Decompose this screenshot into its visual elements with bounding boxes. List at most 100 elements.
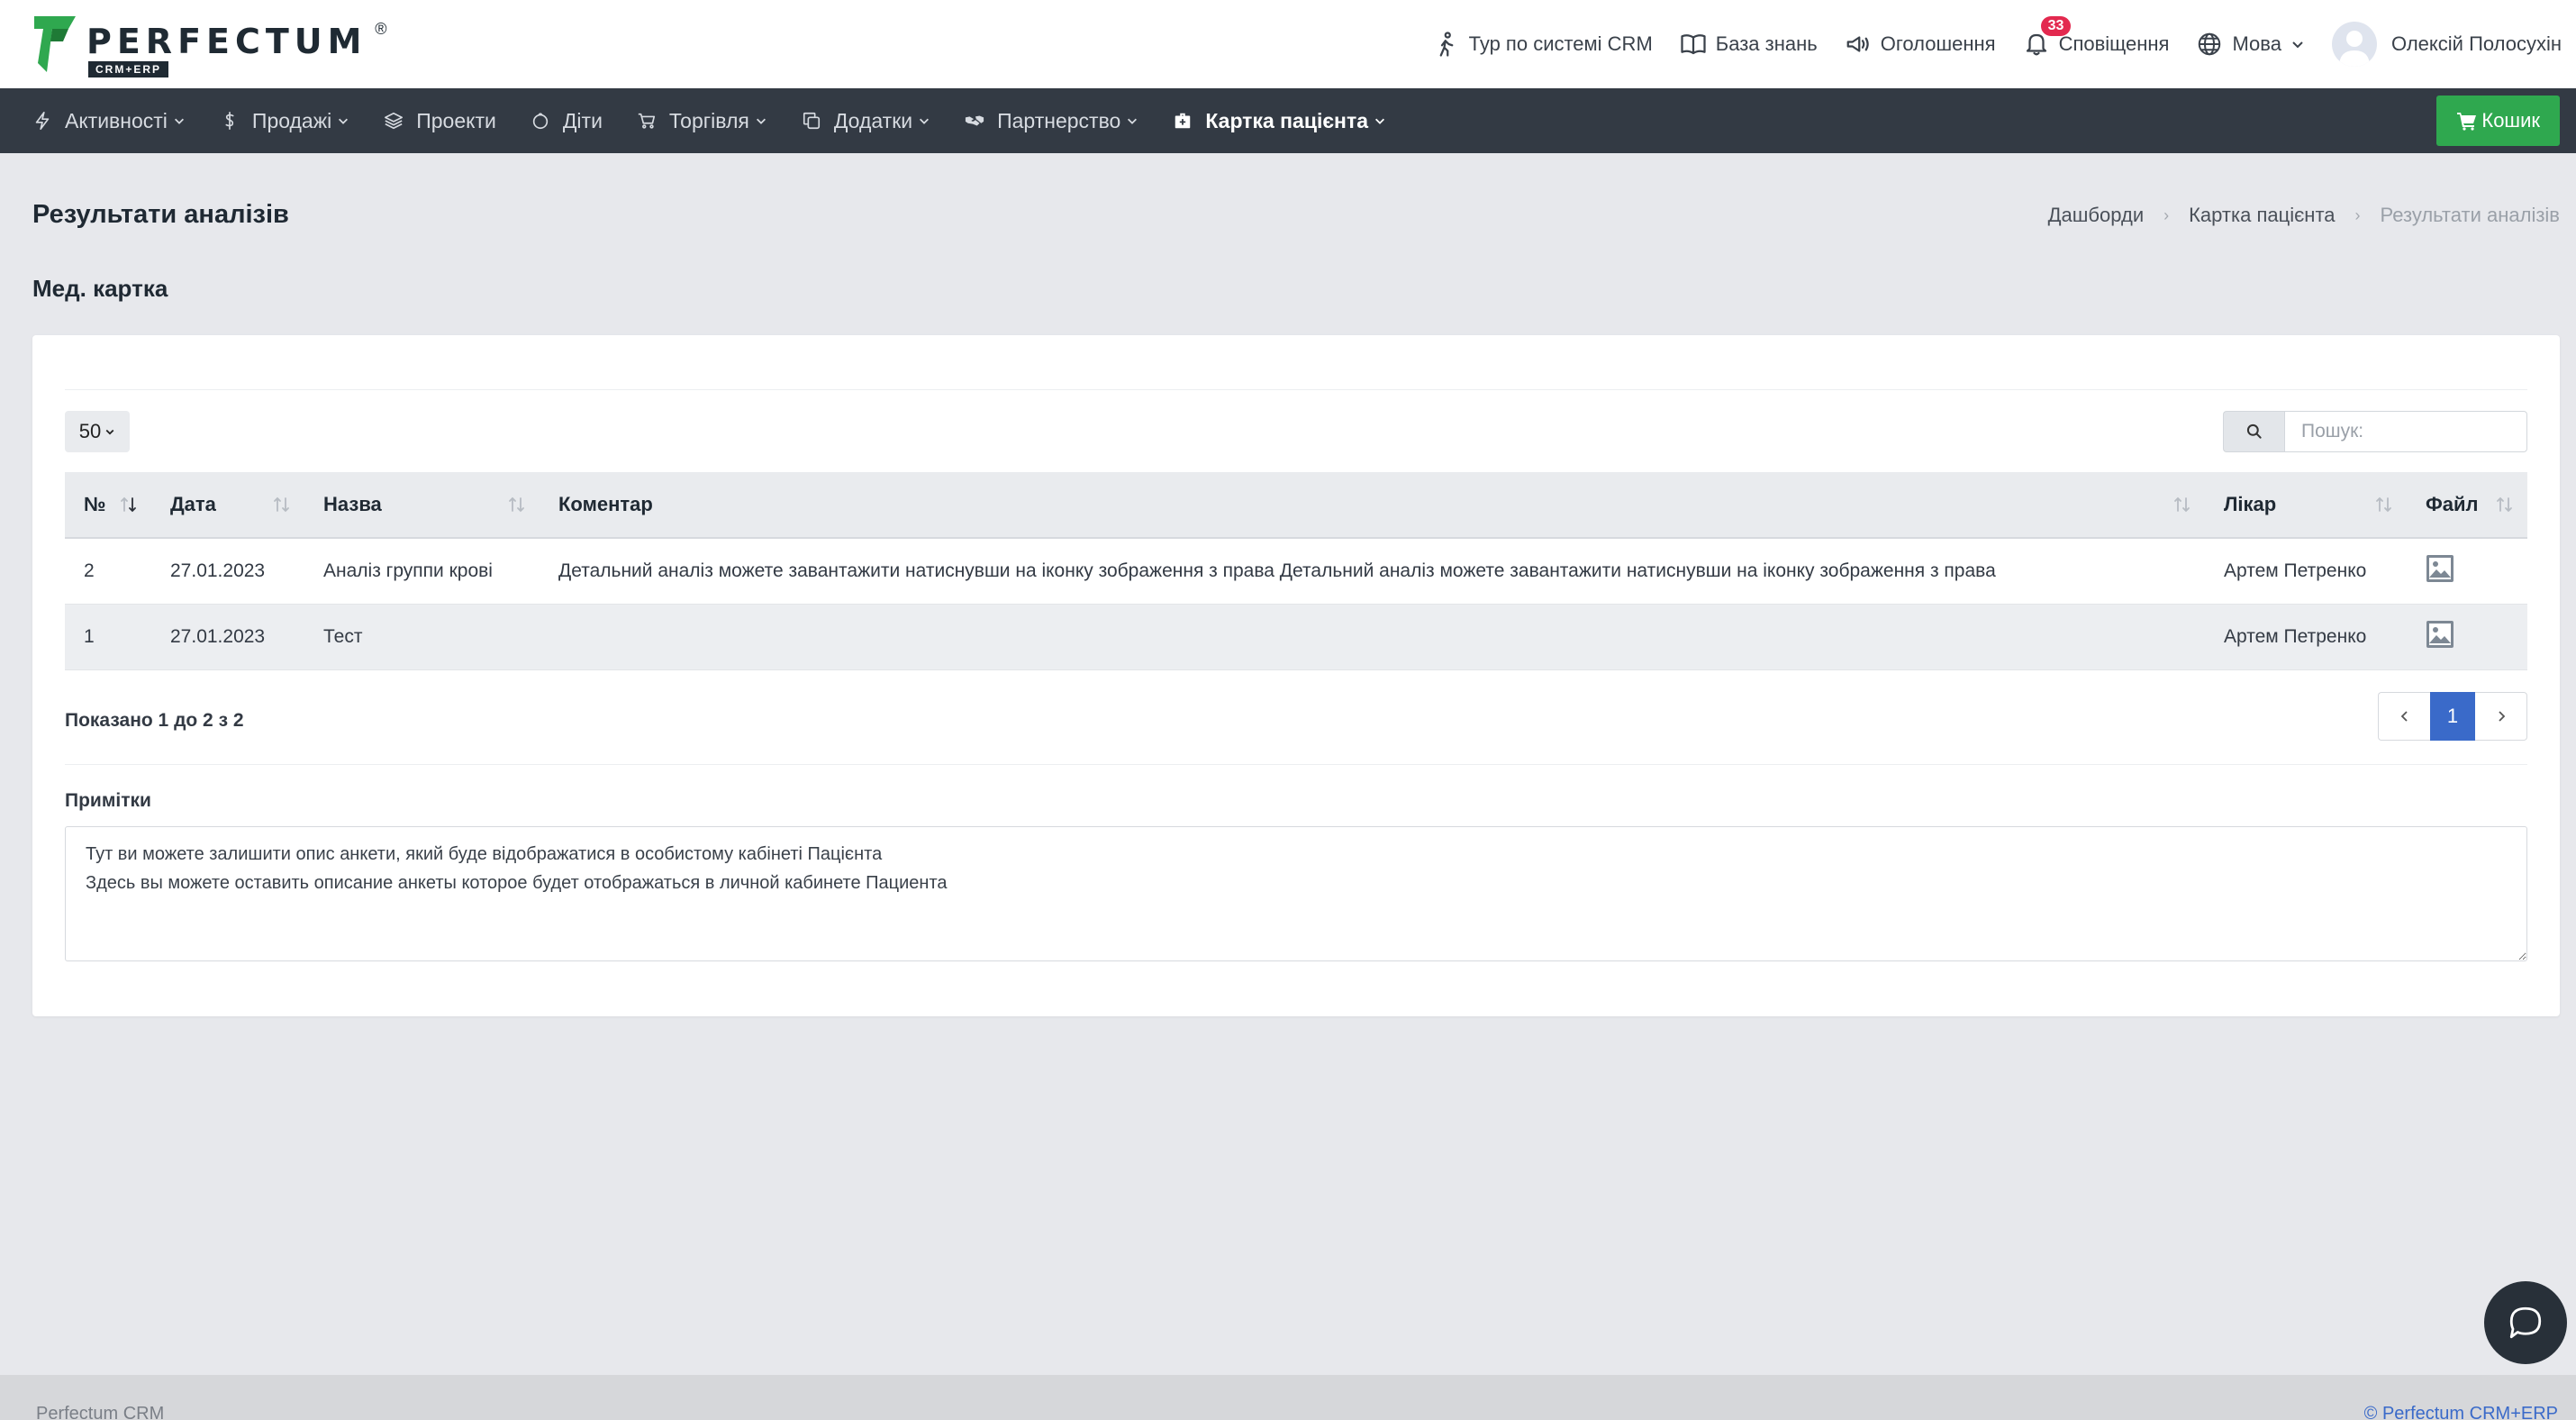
footer: Perfectum CRM © Perfectum CRM+ERP xyxy=(0,1375,2576,1420)
column-header-doctor[interactable]: Лікар xyxy=(2205,471,2407,538)
cell-date: 27.01.2023 xyxy=(170,560,266,581)
tour-link[interactable]: Тур по системі CRM xyxy=(1433,0,1653,88)
footer-brand: Perfectum CRM xyxy=(36,1404,165,1420)
page-title: Результати аналізів xyxy=(32,200,289,229)
chevron-down-icon xyxy=(339,118,349,124)
notifications-link[interactable]: 33 Сповіщення xyxy=(2023,0,2170,88)
announcements-label: Оголошення xyxy=(1880,32,1996,55)
logo-registered: ® xyxy=(375,20,387,38)
column-header-name[interactable]: Назва xyxy=(304,471,540,538)
column-header-number[interactable]: № xyxy=(65,471,151,538)
breadcrumb-separator-icon: › xyxy=(2354,205,2361,224)
megaphone-icon xyxy=(1846,36,1869,52)
nav-item-addons[interactable]: Додатки xyxy=(802,88,930,153)
breadcrumb-patient-card[interactable]: Картка пацієнта xyxy=(2189,204,2335,227)
activity-icon xyxy=(35,112,50,130)
baby-icon xyxy=(532,113,549,130)
column-header-label: Дата xyxy=(170,493,216,515)
top-nav: Тур по системі CRM База знань Оголошення… xyxy=(1406,0,2562,88)
shopping-cart-icon xyxy=(2457,113,2477,131)
breadcrumb-current: Результати аналізів xyxy=(2380,204,2560,226)
notes-label: Примітки xyxy=(65,790,151,811)
language-label: Мова xyxy=(2232,32,2281,55)
previous-page-button[interactable] xyxy=(2378,692,2430,741)
footer-copyright-link[interactable]: © Perfectum CRM+ERP xyxy=(2364,1404,2558,1420)
main-navbar: Активності Продажі Проекти Діти Торгівля… xyxy=(0,88,2576,153)
page-length-select[interactable]: 50 xyxy=(65,411,130,452)
chat-bubble-icon xyxy=(2509,1306,2542,1339)
page-button-current[interactable]: 1 xyxy=(2430,692,2475,741)
chevron-down-icon xyxy=(920,118,930,124)
breadcrumb: Дашборди › Картка пацієнта › Результати … xyxy=(2048,204,2560,227)
announcements-link[interactable]: Оголошення xyxy=(1845,0,1996,88)
globe-icon xyxy=(2199,32,2221,56)
chat-button[interactable] xyxy=(2484,1281,2567,1364)
nav-item-activities[interactable]: Активності xyxy=(32,88,186,153)
image-file-icon[interactable] xyxy=(2426,620,2454,649)
sort-icon xyxy=(509,496,524,513)
medkit-icon xyxy=(1175,113,1191,129)
column-header-label: Коментар xyxy=(558,493,653,515)
breadcrumb-dashboards[interactable]: Дашборди xyxy=(2048,204,2144,227)
logo-subtitle: CRM+ERP xyxy=(88,61,169,77)
nav-item-projects[interactable]: Проекти xyxy=(384,88,496,153)
results-table: № Дата Назва Коментар Лікар Файл 2 27.01… xyxy=(65,472,2527,670)
dollar-icon xyxy=(225,112,234,130)
column-header-label: № xyxy=(84,493,106,515)
chevron-down-icon xyxy=(2292,41,2303,49)
nav-item-patient-card[interactable]: Картка пацієнта xyxy=(1173,88,1386,153)
nav-item-sales[interactable]: Продажі xyxy=(220,88,349,153)
column-header-file[interactable]: Файл xyxy=(2407,471,2527,538)
notes-textarea[interactable]: Тут ви можете залишити опис анкети, який… xyxy=(65,826,2527,961)
column-header-label: Файл xyxy=(2426,493,2479,515)
column-header-label: Лікар xyxy=(2224,493,2277,515)
cell-comment: Детальний аналіз можете завантажити нати… xyxy=(558,560,1996,581)
notifications-badge: 33 xyxy=(2040,16,2072,36)
cell-number: 1 xyxy=(84,626,95,647)
table-header: № Дата Назва Коментар Лікар Файл xyxy=(65,472,2527,539)
column-header-comment[interactable]: Коментар xyxy=(540,471,2205,538)
search-input[interactable] xyxy=(2284,411,2527,452)
chevron-right-icon xyxy=(2498,711,2505,722)
table-info: Показано 1 до 2 з 2 xyxy=(65,710,244,731)
chevron-down-icon xyxy=(756,118,766,124)
logo[interactable]: PERFECTUM ® CRM+ERP xyxy=(32,13,386,77)
table-row: 1 27.01.2023 Тест Артем Петренко xyxy=(65,605,2527,670)
chevron-down-icon xyxy=(1375,118,1385,124)
avatar xyxy=(2331,22,2377,67)
cell-number: 2 xyxy=(84,560,95,581)
table-search xyxy=(2223,411,2527,452)
search-icon xyxy=(2246,423,2262,439)
user-menu[interactable]: Олексій Полосухін xyxy=(2331,0,2562,88)
sort-icon xyxy=(2497,496,2512,513)
column-header-label: Назва xyxy=(323,493,382,515)
section-title: Мед. картка xyxy=(32,275,168,302)
table-row: 2 27.01.2023 Аналіз группи крові Детальн… xyxy=(65,539,2527,605)
image-file-icon[interactable] xyxy=(2426,554,2454,583)
layers-icon xyxy=(385,112,404,130)
chevron-down-icon xyxy=(105,429,114,435)
chevron-down-icon xyxy=(174,118,184,124)
nav-item-partnership[interactable]: Партнерство xyxy=(965,88,1138,153)
cell-file xyxy=(2407,554,2527,588)
page-length-value: 50 xyxy=(78,420,102,442)
cart-button[interactable]: Кошик xyxy=(2436,96,2560,146)
handshake-icon xyxy=(966,115,984,126)
user-name: Олексій Полосухін xyxy=(2390,32,2562,55)
breadcrumb-separator-icon: › xyxy=(2163,205,2170,224)
next-page-button[interactable] xyxy=(2475,692,2527,741)
med-card-panel: 50 № Дата Назва Коментар xyxy=(32,335,2560,1016)
sort-icon xyxy=(2376,496,2391,513)
nav-label: Картка пацієнта xyxy=(1205,108,1369,132)
nav-item-trade[interactable]: Торгівля xyxy=(637,88,767,153)
nav-label: Додатки xyxy=(833,108,913,132)
cart-label: Кошик xyxy=(2481,109,2540,132)
language-dropdown[interactable]: Мова xyxy=(2196,0,2304,88)
tour-label: Тур по системі CRM xyxy=(1468,32,1653,55)
knowledge-base-link[interactable]: База знань xyxy=(1680,0,1818,88)
book-icon xyxy=(1681,34,1706,55)
divider xyxy=(65,389,2527,390)
notifications-label: Сповіщення xyxy=(2058,32,2170,55)
nav-item-children[interactable]: Діти xyxy=(531,88,603,153)
column-header-date[interactable]: Дата xyxy=(151,471,304,538)
